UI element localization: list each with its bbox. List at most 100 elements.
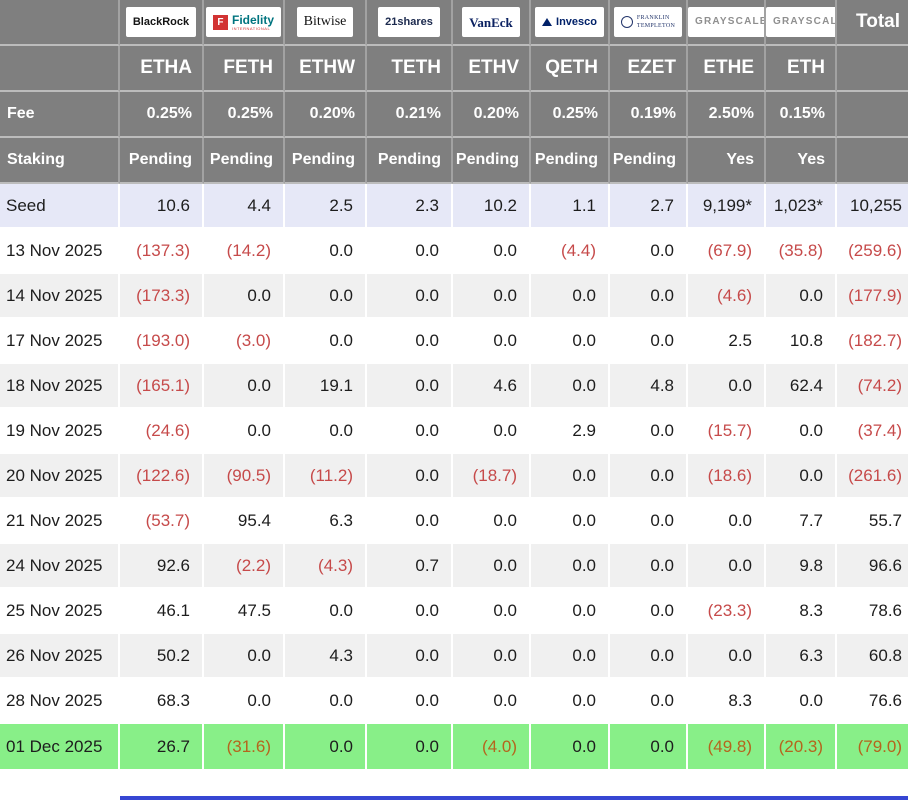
ticker-row: ETHA FETH ETHW TETH ETHV QETH EZET ETHE ETH — [0, 46, 908, 92]
flow-row: 18 Nov 2025 (165.1) 0.0 19.1 0.0 4.6 0.0 4.8 0.0… — [0, 364, 908, 409]
flow-value-cell: 0.0 — [531, 679, 610, 724]
grayscale-eth-logo-text: GRAYSCALE — [773, 16, 835, 27]
flow-value-cell: (122.6) — [120, 454, 204, 499]
provider-logo-cell: FidelityINTERNATIONAL — [204, 0, 285, 46]
flow-row: 01 Dec 2025 26.7 (31.6) 0.0 0.0 (4.0) 0.0 0.0 (4… — [0, 724, 908, 769]
flow-value-cell: 0.0 — [688, 544, 766, 589]
flow-value-cell: 8.3 — [688, 679, 766, 724]
flow-total-cell: 76.6 — [837, 679, 908, 724]
staking-cell: Pending — [610, 138, 688, 184]
flow-value-cell: 2.9 — [531, 409, 610, 454]
seed-value-cell: 2.7 — [610, 184, 688, 229]
flow-value-cell: (31.6) — [204, 724, 285, 769]
flow-total-cell: (261.6) — [837, 454, 908, 499]
date-cell: 24 Nov 2025 — [0, 544, 120, 589]
flow-value-cell: 0.0 — [453, 544, 531, 589]
staking-cell: Pending — [204, 138, 285, 184]
flow-value-cell: 0.0 — [531, 634, 610, 679]
date-cell: 20 Nov 2025 — [0, 454, 120, 499]
flow-value-cell: 0.0 — [453, 634, 531, 679]
date-cell: 13 Nov 2025 — [0, 229, 120, 274]
flow-value-cell: 0.0 — [367, 499, 453, 544]
logo-line: TEMPLETON — [636, 22, 676, 29]
flow-value-cell: (4.6) — [688, 274, 766, 319]
flow-value-cell: 0.0 — [204, 634, 285, 679]
seed-value-cell: 4.4 — [204, 184, 285, 229]
flow-value-cell: (2.2) — [204, 544, 285, 589]
flow-row: 24 Nov 2025 92.6 (2.2) (4.3) 0.7 0.0 0.0 0.0 0.0… — [0, 544, 908, 589]
date-cell: 26 Nov 2025 — [0, 634, 120, 679]
flow-row: 17 Nov 2025 (193.0) (3.0) 0.0 0.0 0.0 0.0 0.0 2.… — [0, 319, 908, 364]
provider-logo-cell: GRAYSCALE — [688, 0, 766, 46]
flow-value-cell: 0.0 — [367, 589, 453, 634]
fee-cell: 0.25% — [120, 92, 204, 138]
ticker-cell-qeth: QETH — [531, 46, 610, 92]
flow-value-cell: (11.2) — [285, 454, 367, 499]
fee-cell: 0.20% — [285, 92, 367, 138]
flow-value-cell: 0.0 — [610, 229, 688, 274]
staking-cell: Pending — [367, 138, 453, 184]
flow-value-cell: 0.0 — [367, 454, 453, 499]
blackrock-logo: BlackRock — [125, 7, 197, 37]
flow-value-cell: 0.0 — [367, 364, 453, 409]
logo-row: BlackRock FidelityINTERNATIONAL Bitwise 21s… — [0, 0, 908, 46]
ticker-cell-eth: ETH — [766, 46, 837, 92]
logo-line: FRANKLIN — [636, 14, 670, 21]
etf-flow-page: BlackRock FidelityINTERNATIONAL Bitwise 21s… — [0, 0, 908, 800]
flow-value-cell: 0.0 — [453, 679, 531, 724]
flow-value-cell: (3.0) — [204, 319, 285, 364]
staking-total-spacer — [837, 138, 908, 184]
staking-cell: Pending — [285, 138, 367, 184]
etf-flow-table: BlackRock FidelityINTERNATIONAL Bitwise 21s… — [0, 0, 908, 769]
flow-value-cell: 0.0 — [610, 454, 688, 499]
flow-value-cell: 0.0 — [531, 454, 610, 499]
flow-value-cell: 0.0 — [285, 724, 367, 769]
flow-value-cell: 7.7 — [766, 499, 837, 544]
flow-value-cell: 0.0 — [531, 544, 610, 589]
provider-logo-cell: Bitwise — [285, 0, 367, 46]
bitwise-logo-text: Bitwise — [303, 14, 347, 29]
flow-value-cell: (4.3) — [285, 544, 367, 589]
flow-value-cell: 0.0 — [285, 679, 367, 724]
fee-row-label: Fee — [0, 92, 120, 138]
flow-value-cell: 0.0 — [285, 319, 367, 364]
provider-logo-cell: 21shares — [367, 0, 453, 46]
flow-row: 28 Nov 2025 68.3 0.0 0.0 0.0 0.0 0.0 0.0 8.3 0.0 7… — [0, 679, 908, 724]
seed-label: Seed — [0, 184, 120, 229]
flow-value-cell: (18.7) — [453, 454, 531, 499]
seed-value-cell: 2.3 — [367, 184, 453, 229]
flow-row: 26 Nov 2025 50.2 0.0 4.3 0.0 0.0 0.0 0.0 0.0 6.3 6… — [0, 634, 908, 679]
ticker-row-label-cell — [0, 46, 120, 92]
flow-value-cell: (14.2) — [204, 229, 285, 274]
flow-value-cell: 46.1 — [120, 589, 204, 634]
flow-value-cell: 0.0 — [531, 319, 610, 364]
date-cell: 14 Nov 2025 — [0, 274, 120, 319]
flow-value-cell: 4.8 — [610, 364, 688, 409]
franklin-emblem-icon — [620, 16, 633, 28]
flow-total-cell: 78.6 — [837, 589, 908, 634]
flow-value-cell: 0.0 — [610, 724, 688, 769]
flow-value-cell: 9.8 — [766, 544, 837, 589]
total-header-cell: Total — [837, 0, 908, 46]
flow-total-cell: 60.8 — [837, 634, 908, 679]
grayscale-ethe-logo: GRAYSCALE — [688, 7, 764, 37]
flow-row: 25 Nov 2025 46.1 47.5 0.0 0.0 0.0 0.0 0.0 (23.3)… — [0, 589, 908, 634]
grayscale-eth-logo: GRAYSCALE — [766, 7, 835, 37]
21shares-logo: 21shares — [378, 7, 440, 37]
staking-cell: Pending — [531, 138, 610, 184]
flow-row: 20 Nov 2025 (122.6) (90.5) (11.2) 0.0 (18.7) 0… — [0, 454, 908, 499]
flow-value-cell: (23.3) — [688, 589, 766, 634]
flow-value-cell: 6.3 — [285, 499, 367, 544]
table-header: BlackRock FidelityINTERNATIONAL Bitwise 21s… — [0, 0, 908, 184]
flow-value-cell: 0.0 — [367, 319, 453, 364]
flow-value-cell: 0.0 — [766, 454, 837, 499]
fidelity-logo-text: Fidelity INTERNATIONAL — [232, 14, 274, 31]
flow-value-cell: 2.5 — [688, 319, 766, 364]
flow-value-cell: 0.0 — [531, 499, 610, 544]
flow-value-cell: 0.0 — [688, 499, 766, 544]
fee-cell: 0.25% — [204, 92, 285, 138]
flow-value-cell: 0.0 — [610, 274, 688, 319]
staking-row-label: Staking — [0, 138, 120, 184]
flow-value-cell: (4.0) — [453, 724, 531, 769]
date-cell: 18 Nov 2025 — [0, 364, 120, 409]
